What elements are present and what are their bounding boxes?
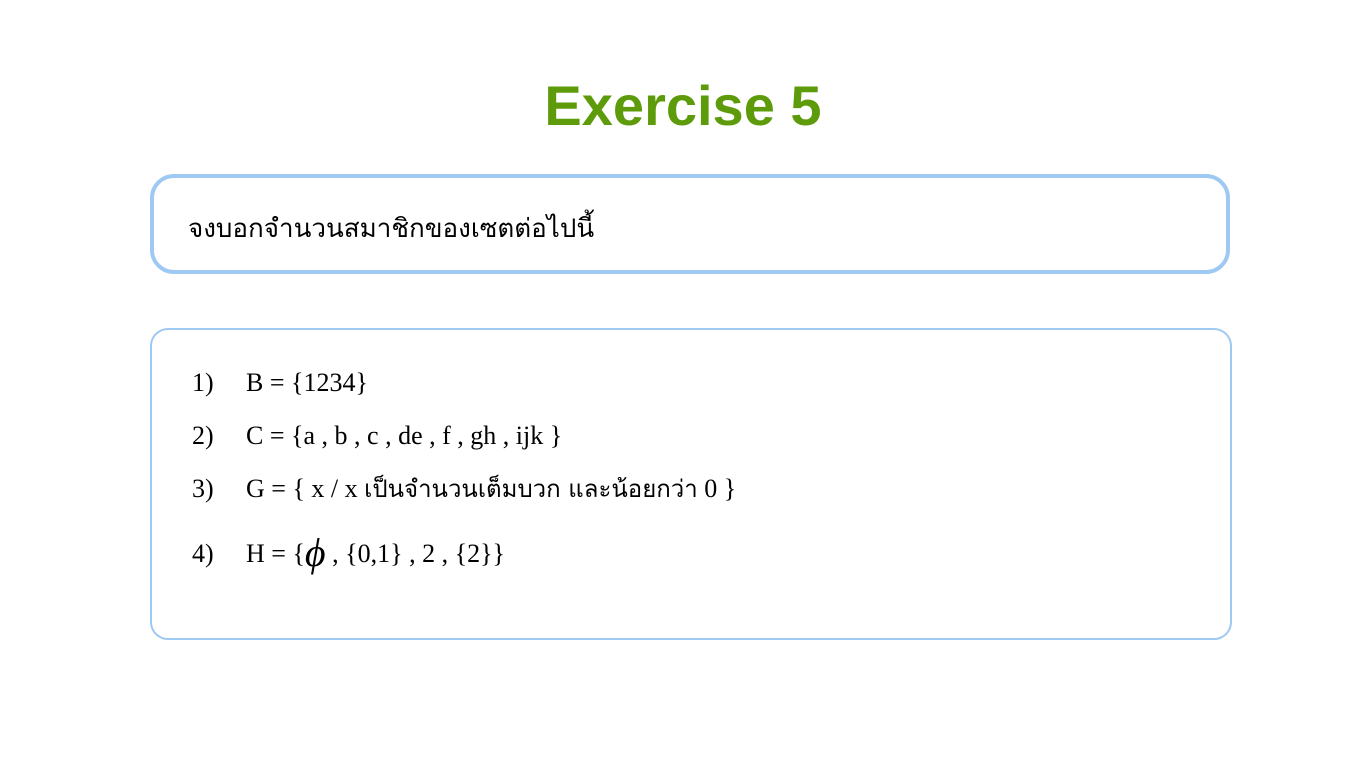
list-item: 4) H = {ϕ , {0,1} , 2 , {2}} [192,533,506,573]
item-number: 2) [192,421,214,450]
empty-set-symbol: ϕ [304,530,326,575]
item-expression: B = {1234} [246,368,368,397]
list-item: 3) G = { x / x เป็นจำนวนเต็มบวก และน้อยกว… [192,472,736,506]
instruction-text: จงบอกจำนวนสมาชิกของเซตต่อไปนี้ [188,214,595,244]
item-number: 4) [192,539,214,568]
expression-suffix: 0 } [697,474,737,503]
expression-thai-text: เป็นจำนวนเต็มบวก และน้อยกว่า [364,475,698,503]
list-item: 1) B = {1234} [192,366,368,400]
expression-suffix: , {0,1} , 2 , {2}} [325,539,506,568]
item-number: 3) [192,474,214,503]
item-number: 1) [192,368,214,397]
instruction-box: จงบอกจำนวนสมาชิกของเซตต่อไปนี้ [150,174,1230,274]
list-item: 2) C = {a , b , c , de , f , gh , ijk } [192,419,562,453]
item-expression: G = { x / x เป็นจำนวนเต็มบวก และน้อยกว่า… [246,474,736,503]
page-title: Exercise 5 [544,74,822,137]
item-expression: H = {ϕ , {0,1} , 2 , {2}} [246,533,506,573]
expression-prefix: G = { x / x [246,474,365,503]
item-expression: C = {a , b , c , de , f , gh , ijk } [246,421,563,450]
expression-prefix: H = { [246,539,305,568]
exercise-list: 1) B = {1234} 2) C = {a , b , c , de , f ,… [150,328,1232,640]
